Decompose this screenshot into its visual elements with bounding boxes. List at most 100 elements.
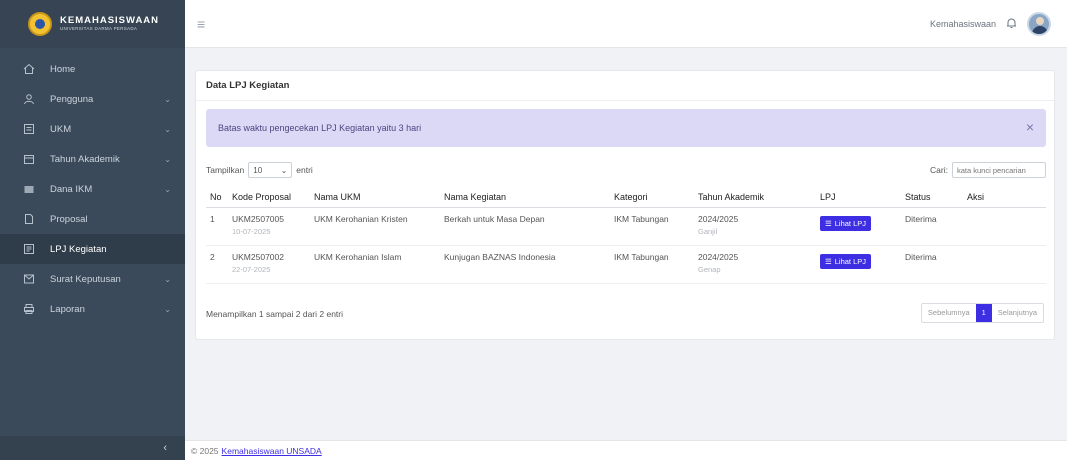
lpj-table: No Kode Proposal Nama UKM Nama Kegiatan … xyxy=(206,187,1046,284)
letter-icon xyxy=(22,272,36,286)
sidebar-item-ukm[interactable]: UKM ⌄ xyxy=(0,114,185,144)
brand[interactable]: KEMAHASISWAAN UNIVERSITAS DARMA PERSADA xyxy=(0,0,185,48)
ukm-name: UKM Kerohanian Islam xyxy=(310,245,440,284)
action-cell xyxy=(963,245,1046,284)
pagination-page-1[interactable]: 1 xyxy=(975,304,992,322)
document-icon xyxy=(22,212,36,226)
view-lpj-button[interactable]: ☰ Lihat LPJ xyxy=(820,215,872,231)
length-value: 10 xyxy=(253,165,263,175)
chevron-down-icon: ⌄ xyxy=(280,165,288,175)
sidebar-item-dana-ikm[interactable]: Dana IKM ⌄ xyxy=(0,174,185,204)
pagination-next[interactable]: Selanjutnya xyxy=(992,304,1043,322)
table-header-row: No Kode Proposal Nama UKM Nama Kegiatan … xyxy=(206,187,1046,208)
row-number: 1 xyxy=(206,207,228,246)
view-lpj-label: Lihat LPJ xyxy=(834,218,867,228)
report-icon xyxy=(22,242,36,256)
sidebar-item-proposal[interactable]: Proposal xyxy=(0,204,185,234)
sidebar-item-label: UKM xyxy=(50,123,72,135)
table-row: 2 UKM2507002 22-07-2025 UKM Kerohanian Is… xyxy=(206,245,1046,284)
footer-copyright: © 2025 xyxy=(191,445,219,456)
sidebar-item-lpj-kegiatan[interactable]: LPJ Kegiatan xyxy=(0,234,185,264)
view-lpj-button[interactable]: ☰ Lihat LPJ xyxy=(820,253,872,269)
ukm-name: UKM Kerohanian Kristen xyxy=(310,207,440,246)
hamburger-menu-icon[interactable]: ≡ xyxy=(197,16,205,32)
row-number: 2 xyxy=(206,245,228,284)
column-header[interactable]: Tahun Akademik xyxy=(694,187,816,208)
calendar-icon xyxy=(22,152,36,166)
column-header[interactable]: No xyxy=(206,187,228,208)
chevron-down-icon: ⌄ xyxy=(164,124,171,134)
sidebar-item-label: Proposal xyxy=(50,213,88,225)
activity-name: Berkah untuk Masa Depan xyxy=(440,207,610,246)
sidebar-item-label: Laporan xyxy=(50,303,85,315)
print-icon xyxy=(22,302,36,316)
avatar[interactable] xyxy=(1027,12,1051,36)
action-cell xyxy=(963,207,1046,246)
status-text: Diterima xyxy=(901,207,963,246)
wallet-icon xyxy=(22,182,36,196)
sidebar-menu: Home Pengguna ⌄ UKM ⌄ Tahun Akademik ⌄ D… xyxy=(0,54,185,324)
sidebar-item-label: Surat Keputusan xyxy=(50,273,121,285)
sidebar-item-home[interactable]: Home xyxy=(0,54,185,84)
sidebar-item-laporan[interactable]: Laporan ⌄ xyxy=(0,294,185,324)
page-title: Data LPJ Kegiatan xyxy=(196,71,1054,101)
search-label: Cari: xyxy=(930,165,948,175)
ukm-icon xyxy=(22,122,36,136)
pagination-prev[interactable]: Sebelumnya xyxy=(922,304,976,322)
footer-link[interactable]: Kemahasiswaan UNSADA xyxy=(222,446,322,456)
table-info: Menampilkan 1 sampai 2 dari 2 entri xyxy=(206,309,344,319)
chevron-down-icon: ⌄ xyxy=(164,154,171,164)
column-header[interactable]: Kategori xyxy=(610,187,694,208)
table-controls: Tampilkan 10 ⌄ entri Cari: xyxy=(206,160,1046,180)
user-name[interactable]: Kemahasiswaan xyxy=(930,19,996,29)
sidebar: KEMAHASISWAAN UNIVERSITAS DARMA PERSADA … xyxy=(0,0,185,460)
user-icon xyxy=(22,92,36,106)
bell-icon[interactable] xyxy=(1006,17,1017,32)
proposal-code: UKM2507005 xyxy=(232,213,284,224)
proposal-date: 22-07-2025 xyxy=(232,264,271,274)
sidebar-item-label: Pengguna xyxy=(50,93,94,105)
sidebar-item-label: Dana IKM xyxy=(50,183,93,195)
topbar: ≡ Kemahasiswaan xyxy=(185,0,1067,48)
proposal-code: UKM2507002 xyxy=(232,251,284,262)
academic-year: 2024/2025 xyxy=(698,251,739,262)
column-header[interactable]: Aksi xyxy=(963,187,1046,208)
activity-name: Kunjugan BAZNAS Indonesia xyxy=(440,245,610,284)
alert-text: Batas waktu pengecekan LPJ Kegiatan yait… xyxy=(218,123,422,133)
chevron-down-icon: ⌄ xyxy=(164,184,171,194)
category: IKM Tabungan xyxy=(610,245,694,284)
table-row: 1 UKM2507005 10-07-2025 UKM Kerohanian Kr… xyxy=(206,207,1046,246)
chevron-down-icon: ⌄ xyxy=(164,304,171,314)
close-icon[interactable]: × xyxy=(1026,119,1034,135)
sidebar-item-label: LPJ Kegiatan xyxy=(50,243,107,255)
view-lpj-label: Lihat LPJ xyxy=(834,256,867,266)
chevron-down-icon: ⌄ xyxy=(164,274,171,284)
sidebar-collapse-button[interactable]: ‹ xyxy=(0,436,185,460)
proposal-date: 10-07-2025 xyxy=(232,226,271,236)
column-header[interactable]: Kode Proposal xyxy=(228,187,310,208)
sidebar-item-surat-keputusan[interactable]: Surat Keputusan ⌄ xyxy=(0,264,185,294)
entries-length-select[interactable]: 10 ⌄ xyxy=(248,162,293,178)
brand-logo xyxy=(28,12,52,36)
semester: Ganjil xyxy=(698,226,718,236)
list-icon: ☰ xyxy=(825,256,832,266)
sidebar-item-label: Home xyxy=(50,63,76,75)
academic-year: 2024/2025 xyxy=(698,213,739,224)
list-icon: ☰ xyxy=(825,218,832,228)
brand-subtitle: UNIVERSITAS DARMA PERSADA xyxy=(60,25,138,31)
column-header[interactable]: Nama UKM xyxy=(310,187,440,208)
search-input[interactable] xyxy=(952,162,1046,178)
info-alert: Batas waktu pengecekan LPJ Kegiatan yait… xyxy=(206,109,1046,147)
category: IKM Tabungan xyxy=(610,207,694,246)
length-suffix: entri xyxy=(296,165,313,175)
column-header[interactable]: LPJ xyxy=(816,187,901,208)
column-header[interactable]: Nama Kegiatan xyxy=(440,187,610,208)
sidebar-item-label: Tahun Akademik xyxy=(50,153,120,165)
sidebar-item-tahun-akademik[interactable]: Tahun Akademik ⌄ xyxy=(0,144,185,174)
home-icon xyxy=(22,62,36,76)
footer: © 2025 Kemahasiswaan UNSADA xyxy=(185,440,1067,460)
sidebar-item-pengguna[interactable]: Pengguna ⌄ xyxy=(0,84,185,114)
semester: Genap xyxy=(698,264,721,274)
column-header[interactable]: Status xyxy=(901,187,963,208)
lpj-card: Data LPJ Kegiatan Batas waktu pengecekan… xyxy=(195,70,1055,340)
